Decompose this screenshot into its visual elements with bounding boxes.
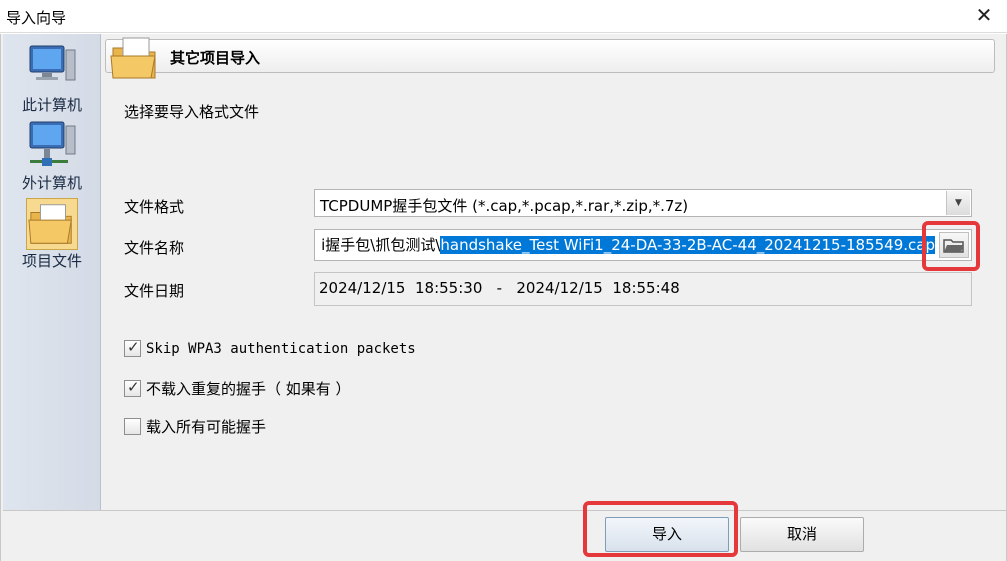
- filename-path: i握手包\抓包测试\handshake_Test WiFi1_24-DA-33-…: [321, 234, 935, 256]
- date-label: 文件日期: [124, 282, 185, 300]
- filename-field[interactable]: i握手包\抓包测试\handshake_Test WiFi1_24-DA-33-…: [314, 229, 972, 261]
- checkbox-unchecked-icon[interactable]: [124, 418, 141, 435]
- format-value: TCPDUMP握手包文件 (*.cap,*.pcap,*.rar,*.zip,*…: [320, 197, 689, 215]
- footer-divider: [3, 510, 1006, 511]
- filename-label: 文件名称: [124, 239, 185, 257]
- checkbox-checked-icon[interactable]: [124, 338, 141, 357]
- open-folder-icon: [943, 239, 964, 253]
- sidebar-item-label: 项目文件: [21, 252, 82, 270]
- checkbox-label: 载入所有可能握手: [146, 418, 267, 436]
- file-date-field: 2024/12/15 18:55:30 - 2024/12/15 18:55:4…: [314, 272, 972, 306]
- title-bar: 导入向导 ✕: [0, 0, 1007, 33]
- instruction-text: 选择要导入格式文件: [124, 103, 260, 121]
- import-button[interactable]: 导入: [605, 517, 729, 552]
- window-title: 导入向导: [6, 9, 67, 27]
- cancel-button[interactable]: 取消: [740, 517, 864, 552]
- computer-icon: [29, 45, 76, 81]
- filename-prefix: i握手包\抓包测试\: [321, 236, 441, 254]
- network-computer-icon: [29, 121, 76, 166]
- sidebar-item-label: 此计算机: [21, 96, 82, 114]
- checkbox-label: Skip WPA3 authentication packets: [146, 340, 416, 357]
- section-header: 其它项目导入: [105, 37, 995, 79]
- sidebar-item-this-computer[interactable]: 此计算机: [3, 42, 101, 114]
- checkbox-checked-icon[interactable]: [124, 378, 141, 397]
- skip-duplicate-handshake-checkbox[interactable]: 不载入重复的握手（ 如果有 ）: [124, 378, 351, 399]
- sidebar-item-project-file[interactable]: 项目文件: [3, 198, 101, 270]
- sidebar: 此计算机 外计算机 项目文件: [3, 34, 101, 510]
- checkbox-label: 不载入重复的握手（ 如果有 ）: [146, 380, 351, 398]
- filename-selected-text: handshake_Test WiFi1_24-DA-33-2B-AC-44_2…: [440, 236, 935, 254]
- chevron-down-icon[interactable]: ▼: [946, 191, 970, 215]
- format-dropdown[interactable]: TCPDUMP握手包文件 (*.cap,*.pcap,*.rar,*.zip,*…: [314, 189, 972, 217]
- section-title: 其它项目导入: [170, 49, 261, 67]
- skip-wpa3-checkbox[interactable]: Skip WPA3 authentication packets: [124, 338, 416, 357]
- sidebar-item-label: 外计算机: [21, 174, 82, 192]
- file-date-value: 2024/12/15 18:55:30 - 2024/12/15 18:55:4…: [319, 279, 680, 297]
- browse-button[interactable]: [939, 232, 969, 258]
- folder-icon: [110, 37, 156, 79]
- close-icon[interactable]: ✕: [973, 4, 995, 26]
- dialog-body: 此计算机 外计算机 项目文件 其它项目导入 选择要导入格式文件 文件格式 TCP…: [0, 34, 1007, 561]
- sidebar-item-external-computer[interactable]: 外计算机: [3, 120, 101, 192]
- load-all-handshakes-checkbox[interactable]: 载入所有可能握手: [124, 416, 266, 437]
- format-label: 文件格式: [124, 198, 185, 216]
- folder-icon: [26, 198, 78, 250]
